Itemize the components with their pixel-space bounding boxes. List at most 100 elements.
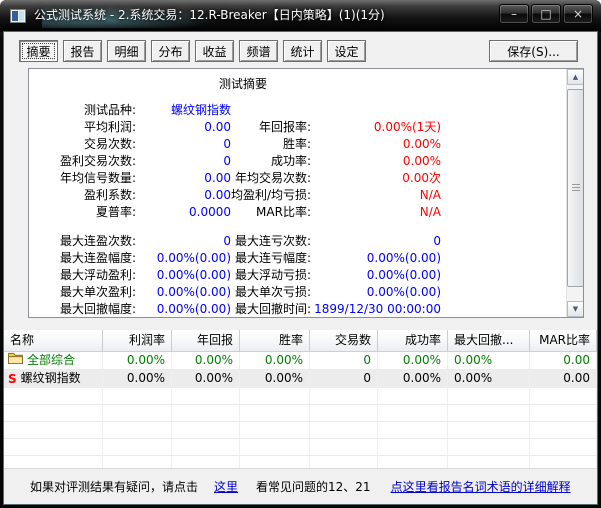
table-cell bbox=[310, 422, 378, 439]
tab-label: 统计 bbox=[290, 44, 315, 59]
tab-label: 分布 bbox=[158, 44, 183, 59]
tab-report[interactable]: 报告 bbox=[63, 40, 102, 62]
scroll-up-icon[interactable]: ▲ bbox=[567, 69, 583, 85]
footer-link-here[interactable]: 这里 bbox=[214, 478, 238, 495]
tab-distribution[interactable]: 分布 bbox=[151, 40, 190, 62]
tab-returns[interactable]: 收益 bbox=[195, 40, 234, 62]
summary-value-left: 0.00%(0.00) bbox=[156, 251, 231, 265]
row-name-cell: S bbox=[4, 456, 103, 468]
table-cell bbox=[240, 388, 310, 405]
minimize-button[interactable]: – bbox=[499, 4, 529, 24]
maximize-button[interactable]: □ bbox=[531, 4, 561, 24]
tab-settings[interactable]: 设定 bbox=[327, 40, 366, 62]
table-cell: 0 bbox=[310, 352, 378, 370]
column-header[interactable]: 名称 bbox=[4, 330, 103, 352]
row-name-cell: S 全部综合 bbox=[4, 352, 103, 370]
summary-label-right: MAR比率: bbox=[256, 205, 311, 219]
table-cell bbox=[103, 456, 172, 468]
summary-label-right: 最大连亏次数: bbox=[234, 234, 311, 248]
table-cell bbox=[103, 405, 172, 422]
table-cell: 0.00% bbox=[378, 352, 448, 370]
summary-label-left: 最大连盈幅度: bbox=[59, 251, 136, 265]
summary-row: 最大连盈次数: 0 最大连亏次数: 0 bbox=[37, 233, 583, 250]
close-button[interactable]: × bbox=[563, 4, 593, 24]
table-row: S bbox=[4, 388, 597, 405]
summary-label-left: 盈利系数: bbox=[83, 188, 136, 202]
summary-row: 最大连盈幅度: 0.00%(0.00) 最大连亏幅度: 0.00%(0.00) bbox=[37, 250, 583, 267]
summary-value-left: 0.00%(0.00) bbox=[156, 268, 231, 282]
tab-summary[interactable]: 摘要 bbox=[19, 40, 58, 62]
summary-label-right: 最大浮动亏损: bbox=[234, 268, 311, 282]
tab-spectrum[interactable]: 频谱 bbox=[239, 40, 278, 62]
table-row[interactable]: S 螺纹钢指数 0.00% 0.00% 0.00% 0 0.00% 0.00% 0.00 bbox=[4, 370, 597, 388]
summary-value-right: N/A bbox=[419, 205, 441, 219]
scrollbar[interactable]: ▲ ▼ bbox=[566, 69, 583, 317]
summary-value-right: 0.00%(0.00) bbox=[366, 251, 441, 265]
table-cell bbox=[310, 456, 378, 468]
window-title: 公式测试系统 - 2.系统交易：12.R-Breaker【日内策略】(1)(1分… bbox=[34, 8, 385, 22]
summary-label-left: 最大浮动盈利: bbox=[59, 268, 136, 282]
summary-value-right: 0.00% bbox=[402, 154, 441, 168]
table-row: S bbox=[4, 456, 597, 468]
row-name-cell: S 螺纹钢指数 bbox=[4, 370, 103, 388]
row-name-cell: S bbox=[4, 422, 103, 439]
table-cell bbox=[172, 422, 240, 439]
summary-rows: 测试品种: 螺纹钢指数 平均利润: 0.00 年回报率: 0.00%(1天) 交… bbox=[29, 102, 583, 317]
table-cell: 0.00% bbox=[448, 370, 530, 388]
table-cell bbox=[103, 422, 172, 439]
column-header[interactable]: 年回报 bbox=[172, 330, 240, 352]
scrollbar-thumb[interactable] bbox=[567, 89, 583, 287]
table-header: 名称 利润率 年回报 胜率 交易数 成功率 最大回撤... MAR比率 bbox=[4, 330, 597, 352]
column-header[interactable]: 交易数 bbox=[310, 330, 378, 352]
table-row[interactable]: S 全部综合 0.00%0.00%0.00%00.00%0.00%0.00 bbox=[4, 352, 597, 370]
footer-link-glossary[interactable]: 点这里看报告名词术语的详细解释 bbox=[391, 478, 571, 495]
folder-icon bbox=[8, 352, 23, 369]
table-cell: 0.00% bbox=[103, 370, 172, 388]
table-cell bbox=[378, 405, 448, 422]
table-cell bbox=[530, 422, 597, 439]
summary-panel: 测试摘要 测试品种: 螺纹钢指数 平均利润: 0.00 年回报率: 0.00%(… bbox=[28, 68, 584, 318]
table-cell bbox=[448, 388, 530, 405]
table-cell: 0.00% bbox=[448, 352, 530, 370]
save-button[interactable]: 保存(S)... bbox=[489, 40, 578, 62]
table-cell: 0 bbox=[310, 370, 378, 388]
table-cell bbox=[240, 456, 310, 468]
tab-label: 收益 bbox=[202, 44, 227, 59]
column-header[interactable]: 最大回撤... bbox=[448, 330, 530, 352]
table-cell: 0.00% bbox=[240, 352, 310, 370]
summary-value-right: 0.00% bbox=[402, 137, 441, 151]
app-icon bbox=[10, 8, 26, 24]
tab-statistics[interactable]: 统计 bbox=[283, 40, 322, 62]
column-header[interactable]: 利润率 bbox=[103, 330, 172, 352]
table-cell bbox=[448, 422, 530, 439]
summary-row: 夏普率: 0.0000 MAR比率: N/A bbox=[37, 204, 583, 221]
summary-value-left: 0.00 bbox=[204, 188, 231, 202]
column-header[interactable]: 成功率 bbox=[378, 330, 448, 352]
summary-label-left: 最大连盈次数: bbox=[59, 234, 136, 248]
column-header[interactable]: MAR比率 bbox=[530, 330, 597, 352]
summary-row: 最大浮动盈利: 0.00%(0.00) 最大浮动亏损: 0.00%(0.00) bbox=[37, 267, 583, 284]
summary-row: 年均信号数量: 0.00 年均交易次数: 0.00次 bbox=[37, 170, 583, 187]
summary-label-right: 成功率: bbox=[270, 154, 311, 168]
column-header[interactable]: 胜率 bbox=[240, 330, 310, 352]
summary-label-left: 测试品种: bbox=[83, 103, 136, 117]
table-cell: 0.00% bbox=[172, 352, 240, 370]
summary-label-right: 胜率: bbox=[282, 137, 311, 151]
table-cell bbox=[310, 388, 378, 405]
tab-detail[interactable]: 明细 bbox=[107, 40, 146, 62]
summary-value-left: 0 bbox=[223, 137, 231, 151]
scroll-down-icon[interactable]: ▼ bbox=[567, 301, 583, 317]
table-cell bbox=[310, 439, 378, 456]
table-cell bbox=[448, 405, 530, 422]
tab-label: 明细 bbox=[114, 44, 139, 59]
table-cell bbox=[240, 439, 310, 456]
table-cell: 0.00 bbox=[530, 352, 597, 370]
tab-label: 报告 bbox=[70, 44, 95, 59]
summary-label-right: 最大连亏幅度: bbox=[234, 251, 311, 265]
summary-label-right: 最大回撤时间: bbox=[234, 302, 311, 316]
summary-label-left: 夏普率: bbox=[95, 205, 136, 219]
table-cell: 0.00% bbox=[240, 370, 310, 388]
table-cell bbox=[530, 456, 597, 468]
row-name: 螺纹钢指数 bbox=[20, 371, 81, 385]
summary-value-right: 0.00%(0.00) bbox=[366, 268, 441, 282]
